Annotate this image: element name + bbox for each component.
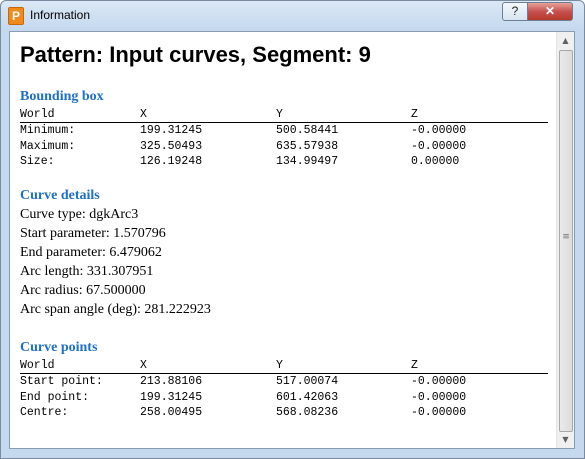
table-row: Start point: 213.88106 517.00074 -0.0000… xyxy=(20,375,548,390)
x-value: 258.00495 xyxy=(140,406,203,419)
y-value: 517.00074 xyxy=(276,375,339,388)
x-value: 325.50493 xyxy=(140,140,203,153)
column-header-y: Y xyxy=(276,108,283,121)
z-value: 0.00000 xyxy=(411,155,460,168)
z-value: -0.00000 xyxy=(411,391,467,404)
column-header-z: Z xyxy=(411,359,418,372)
y-value: 601.42063 xyxy=(276,391,339,404)
curve-detail-line: End parameter: 6.479062 xyxy=(20,245,162,260)
column-header-z: Z xyxy=(411,108,418,121)
x-value: 199.31245 xyxy=(140,124,203,137)
curve-detail-line: Arc span angle (deg): 281.222923 xyxy=(20,302,211,317)
up-arrow-icon[interactable]: ▲ xyxy=(557,32,574,49)
row-label: Size: xyxy=(20,155,55,168)
z-value: -0.00000 xyxy=(411,406,467,419)
curve-detail-line: Arc length: 331.307951 xyxy=(20,264,154,279)
table-row: Minimum: 199.31245 500.58441 -0.00000 xyxy=(20,124,548,139)
title-bar[interactable]: P Information ? ✕ xyxy=(1,1,584,31)
row-label: Centre: xyxy=(20,406,69,419)
row-label: Start point: xyxy=(20,375,103,388)
information-window: P Information ? ✕ Pattern: Input curves,… xyxy=(0,0,585,459)
curve-points-header: World X Y Z xyxy=(20,359,548,374)
x-value: 213.88106 xyxy=(140,375,203,388)
z-value: -0.00000 xyxy=(411,140,467,153)
x-value: 126.19248 xyxy=(140,155,203,168)
table-row: Maximum: 325.50493 635.57938 -0.00000 xyxy=(20,140,548,155)
table-row: End point: 199.31245 601.42063 -0.00000 xyxy=(20,391,548,406)
x-value: 199.31245 xyxy=(140,391,203,404)
row-label: Maximum: xyxy=(20,140,76,153)
z-value: -0.00000 xyxy=(411,375,467,388)
help-button[interactable]: ? xyxy=(502,2,528,21)
curve-details-title: Curve details xyxy=(20,188,100,203)
y-value: 500.58441 xyxy=(276,124,339,137)
grip-icon: ≡ xyxy=(562,232,570,242)
y-value: 568.08236 xyxy=(276,406,339,419)
bounding-box-title: Bounding box xyxy=(20,89,104,104)
column-header-x: X xyxy=(140,108,147,121)
row-label: Minimum: xyxy=(20,124,76,137)
column-header-world: World xyxy=(20,108,55,121)
z-value: -0.00000 xyxy=(411,124,467,137)
column-header-world: World xyxy=(20,359,55,372)
close-button[interactable]: ✕ xyxy=(527,2,573,21)
vertical-scrollbar[interactable]: ▲ ≡ ▼ xyxy=(556,32,574,448)
app-icon: P xyxy=(8,7,24,25)
down-arrow-icon[interactable]: ▼ xyxy=(557,431,574,448)
y-value: 134.99497 xyxy=(276,155,339,168)
column-header-y: Y xyxy=(276,359,283,372)
curve-points-title: Curve points xyxy=(20,340,98,355)
report-panel: Pattern: Input curves, Segment: 9 Boundi… xyxy=(9,31,575,449)
scrollbar-thumb[interactable]: ≡ xyxy=(559,50,573,432)
page-title: Pattern: Input curves, Segment: 9 xyxy=(20,42,371,67)
curve-detail-line: Start parameter: 1.570796 xyxy=(20,226,166,241)
table-row: Size: 126.19248 134.99497 0.00000 xyxy=(20,155,548,170)
y-value: 635.57938 xyxy=(276,140,339,153)
bounding-box-header: World X Y Z xyxy=(20,108,548,123)
window-title: Information xyxy=(30,8,91,22)
row-label: End point: xyxy=(20,391,90,404)
table-row: Centre: 258.00495 568.08236 -0.00000 xyxy=(20,406,548,421)
column-header-x: X xyxy=(140,359,147,372)
curve-detail-line: Arc radius: 67.500000 xyxy=(20,283,146,298)
curve-detail-line: Curve type: dgkArc3 xyxy=(20,207,139,222)
